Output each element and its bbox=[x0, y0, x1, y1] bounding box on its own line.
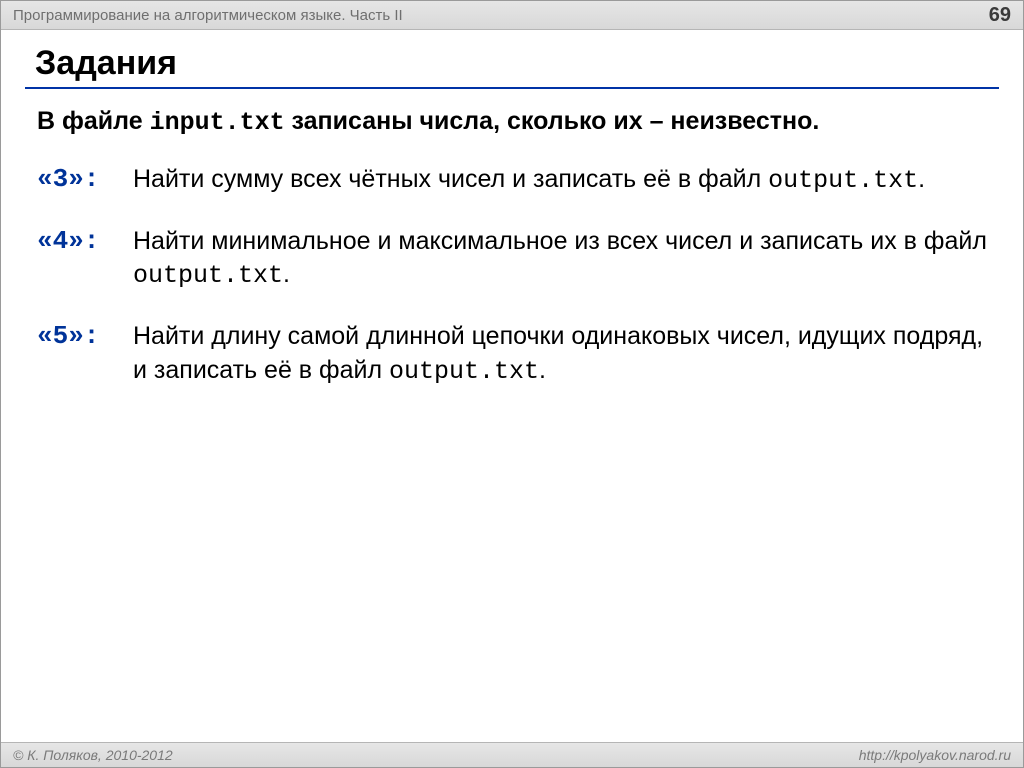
intro-text: В файле input.txt записаны числа, скольк… bbox=[37, 105, 995, 140]
task-item: «5»: Найти длину самой длинной цепочки о… bbox=[37, 319, 995, 389]
task-text-pre: Найти сумму всех чётных чисел и записать… bbox=[133, 165, 768, 193]
task-text-post: . bbox=[918, 165, 925, 193]
task-body: Найти минимальное и максимальное из всех… bbox=[133, 225, 995, 294]
intro-post: записаны числа, сколько их – неизвестно. bbox=[285, 107, 820, 135]
task-item: «3»: Найти сумму всех чётных чисел и зап… bbox=[37, 162, 995, 198]
footer-url: http://kpolyakov.narod.ru bbox=[859, 747, 1011, 763]
task-text-post: . bbox=[283, 260, 290, 288]
task-label: «3»: bbox=[37, 164, 99, 194]
header-title: Программирование на алгоритмическом язык… bbox=[13, 7, 403, 24]
task-file: output.txt bbox=[133, 261, 283, 290]
task-body: Найти сумму всех чётных чисел и записать… bbox=[133, 163, 995, 198]
content: Задания В файле input.txt записаны числа… bbox=[1, 30, 1023, 389]
task-file: output.txt bbox=[389, 357, 539, 386]
slide: Программирование на алгоритмическом язык… bbox=[0, 0, 1024, 768]
task-label: «5»: bbox=[37, 321, 99, 351]
page-number: 69 bbox=[989, 4, 1011, 27]
task-body: Найти длину самой длинной цепочки одинак… bbox=[133, 320, 995, 389]
task-text-pre: Найти минимальное и максимальное из всех… bbox=[133, 227, 987, 255]
task-text-post: . bbox=[539, 356, 546, 384]
footer-copyright: © К. Поляков, 2010-2012 bbox=[13, 747, 173, 763]
task-item: «4»: Найти минимальное и максимальное из… bbox=[37, 224, 995, 294]
heading-rule bbox=[25, 87, 999, 89]
intro-pre: В файле bbox=[37, 107, 150, 135]
footer-bar: © К. Поляков, 2010-2012 http://kpolyakov… bbox=[1, 742, 1023, 767]
task-label: «4»: bbox=[37, 226, 99, 256]
header-bar: Программирование на алгоритмическом язык… bbox=[1, 1, 1023, 30]
task-file: output.txt bbox=[768, 166, 918, 195]
intro-file: input.txt bbox=[150, 108, 285, 137]
page-heading: Задания bbox=[35, 44, 995, 83]
task-text-pre: Найти длину самой длинной цепочки одинак… bbox=[133, 322, 983, 384]
